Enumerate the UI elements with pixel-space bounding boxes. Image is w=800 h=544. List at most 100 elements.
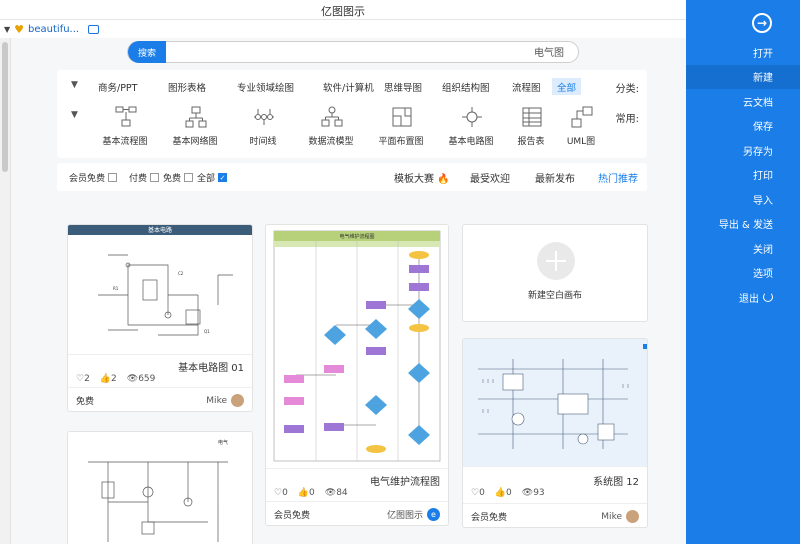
template-name: 数据流模型 [308, 137, 354, 147]
template-name: 电气维护流程图 [370, 477, 440, 488]
checkbox[interactable] [150, 173, 160, 182]
menu-item-new[interactable]: 新建 [686, 64, 800, 89]
thumbs-up-icon[interactable]: 👍 [298, 488, 309, 498]
search-button[interactable]: 搜索 [128, 41, 166, 63]
template-card[interactable]: 电气 [67, 431, 253, 544]
hearts-count: ♡0 [274, 488, 288, 498]
menu-item-save-as[interactable]: 另存为 [686, 138, 800, 163]
thumbs-up-icon[interactable]: 👍 [100, 374, 111, 384]
chevron-down-icon[interactable]: ▼ [71, 110, 78, 120]
category-label: 分类: [615, 84, 639, 95]
floorplan-icon [392, 107, 412, 127]
menu-item-cloud[interactable]: 云文档 [686, 89, 800, 114]
svg-text:C2: C2 [178, 271, 184, 276]
window-title: 亿图图示 [321, 5, 365, 18]
template-timeline[interactable]: 时间线 [235, 104, 291, 154]
vertical-scrollbar[interactable] [0, 38, 11, 544]
filter-paid[interactable]: 付费 [129, 171, 160, 184]
template-uml[interactable]: UML图 [553, 104, 609, 154]
svg-text:Q1: Q1 [204, 329, 210, 334]
menu-item-options[interactable]: 选项 [686, 261, 800, 286]
category-item-all[interactable]: 全部 [552, 78, 582, 95]
back-arrow-icon[interactable]: → [752, 13, 772, 33]
chevron-down-icon[interactable]: ▼ [71, 80, 78, 90]
category-item[interactable]: 商务/PPT [93, 78, 142, 95]
edraw-logo-icon: e [427, 508, 440, 521]
category-item[interactable]: 软件/计算机 [318, 78, 379, 95]
new-blank-canvas-card[interactable]: 新建空白画布 [462, 224, 648, 322]
dataflow-icon [321, 106, 343, 127]
circuit-drawing: R1 C2 Q1 [98, 254, 233, 336]
menu-item-label: 退出 [739, 293, 759, 305]
views-value: 659 [138, 374, 156, 384]
author-name: Mike [601, 511, 622, 522]
template-card[interactable]: 系统图 12 ♡0 👍0 👁93 会员免费 Mike [462, 338, 648, 528]
card-footer: 会员免费 Mike [463, 503, 647, 527]
tab-contest[interactable]: 模板大赛 🔥 [394, 170, 450, 185]
template-card[interactable]: 基本电路 R1 C2 Q1 基本电路图 01 ♡2 👍2 👁659 免费 Mike [67, 224, 253, 412]
hearts-count: ♡2 [76, 374, 90, 384]
menu-item-import[interactable]: 导入 [686, 187, 800, 212]
filter-all[interactable]: 全部 ✓ [197, 171, 228, 184]
checkbox-checked[interactable]: ✓ [218, 173, 228, 182]
template-floor-plan[interactable]: 平面布置图 [373, 104, 429, 154]
chevron-down-icon[interactable]: ▼ [4, 25, 10, 34]
template-basic-network[interactable]: 基本网络图 [167, 104, 223, 154]
search-input[interactable] [264, 46, 564, 57]
category-item[interactable]: 思维导图 [379, 78, 427, 95]
menu-item-close[interactable]: 关闭 [686, 236, 800, 261]
category-item[interactable]: 专业领域绘图 [232, 78, 299, 95]
filter-label: 全部 [197, 174, 216, 184]
tab-hot[interactable]: 热门推荐 [598, 170, 638, 185]
template-basic-circuit[interactable]: 基本电路图 [443, 104, 499, 154]
menu-item-save[interactable]: 保存 [686, 114, 800, 139]
heart-icon[interactable]: ♡ [76, 374, 84, 384]
likes-value: 0 [506, 488, 512, 498]
template-card[interactable]: 电气维护流程图 电气维护流程图 ♡0 👍0 👁84 会员免费 亿图图示 e [265, 224, 449, 526]
comment-icon[interactable] [88, 25, 100, 34]
category-item[interactable]: 流程图 [507, 78, 546, 95]
template-stats: ♡2 👍2 👁659 [76, 374, 155, 384]
uml-icon [571, 106, 593, 128]
circuit-drawing: 电气 [88, 439, 228, 542]
file-menu: 打开 新建 云文档 保存 另存为 打印 导入 导出 & 发送 关闭 选项 退出 [686, 40, 800, 310]
svg-text:电气: 电气 [218, 439, 228, 446]
scrollbar-thumb[interactable] [2, 42, 8, 172]
new-canvas-label: 新建空白画布 [527, 291, 582, 301]
template-report[interactable]: 报告表 [503, 104, 559, 154]
likes-count: 👍2 [100, 374, 117, 384]
likes-count: 👍0 [298, 488, 315, 498]
thumbnail-header: 基本电路 [68, 225, 252, 235]
tab-bar: ▼ ♥ beautifu... [0, 20, 686, 38]
filter-label: 免费 [163, 174, 182, 184]
template-name: 报告表 [517, 137, 545, 147]
template-data-flow[interactable]: 数据流模型 [303, 104, 359, 154]
menu-item-open[interactable]: 打开 [686, 40, 800, 65]
menu-item-exit[interactable]: 退出 [686, 285, 800, 310]
document-tab[interactable]: ▼ ♥ beautifu... [4, 23, 100, 36]
heart-icon[interactable]: ♡ [274, 488, 282, 498]
template-basic-flowchart[interactable]: 基本流程图 [97, 104, 153, 154]
avatar [231, 394, 244, 407]
filter-free[interactable]: 免费 [163, 171, 194, 184]
power-icon [763, 292, 773, 303]
checkbox[interactable] [108, 173, 118, 182]
author-name: Mike [206, 395, 227, 406]
checkbox[interactable] [184, 173, 194, 182]
price-badge: 免费 [76, 397, 95, 407]
views-value: 93 [533, 488, 545, 498]
category-item[interactable]: 组织结构图 [437, 78, 495, 95]
filter-member-free[interactable]: 会员免费 [69, 171, 118, 184]
menu-item-print[interactable]: 打印 [686, 163, 800, 188]
category-item[interactable]: 图形表格 [163, 78, 211, 95]
likes-count: 👍0 [495, 488, 512, 498]
author-name: 亿图图示 [386, 511, 423, 521]
tab-popular[interactable]: 最受欢迎 [470, 170, 510, 185]
tab-latest[interactable]: 最新发布 [535, 170, 575, 185]
thumbs-up-icon[interactable]: 👍 [495, 488, 506, 498]
heart-icon[interactable]: ♡ [471, 488, 479, 498]
menu-item-export[interactable]: 导出 & 发送 [686, 212, 800, 237]
flowchart-icon [115, 106, 137, 127]
template-name: 基本流程图 [102, 137, 148, 147]
common-label: 常用: [615, 114, 639, 125]
